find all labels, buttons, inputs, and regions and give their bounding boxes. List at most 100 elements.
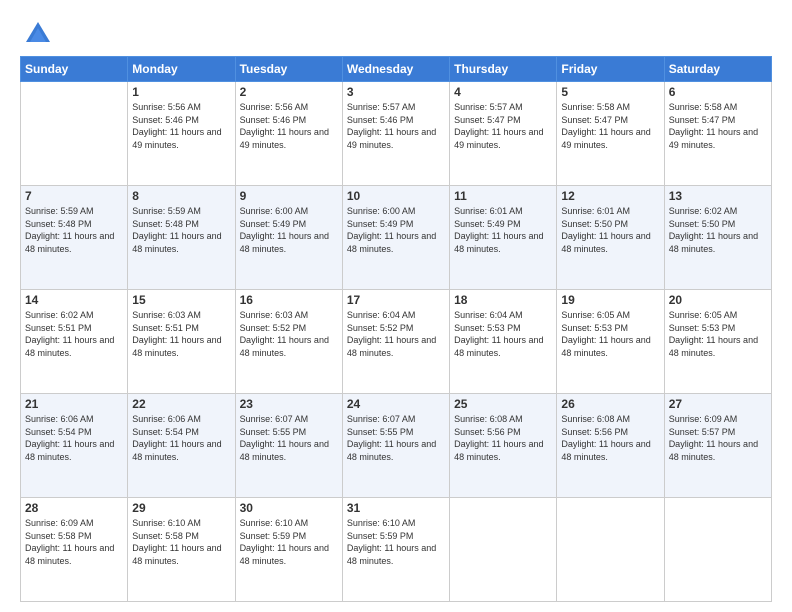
- day-number: 31: [347, 501, 445, 515]
- cell-info: Sunrise: 5:56 AM Sunset: 5:46 PM Dayligh…: [132, 101, 230, 151]
- cell-info: Sunrise: 6:01 AM Sunset: 5:50 PM Dayligh…: [561, 205, 659, 255]
- cell-info: Sunrise: 6:07 AM Sunset: 5:55 PM Dayligh…: [240, 413, 338, 463]
- calendar-cell: 21 Sunrise: 6:06 AM Sunset: 5:54 PM Dayli…: [21, 394, 128, 498]
- cell-info: Sunrise: 6:09 AM Sunset: 5:58 PM Dayligh…: [25, 517, 123, 567]
- day-number: 6: [669, 85, 767, 99]
- calendar-cell: 15 Sunrise: 6:03 AM Sunset: 5:51 PM Dayli…: [128, 290, 235, 394]
- day-number: 26: [561, 397, 659, 411]
- calendar-body: 1 Sunrise: 5:56 AM Sunset: 5:46 PM Daylig…: [21, 82, 772, 602]
- calendar-cell: 30 Sunrise: 6:10 AM Sunset: 5:59 PM Dayli…: [235, 498, 342, 602]
- cell-info: Sunrise: 6:00 AM Sunset: 5:49 PM Dayligh…: [347, 205, 445, 255]
- calendar-cell: 24 Sunrise: 6:07 AM Sunset: 5:55 PM Dayli…: [342, 394, 449, 498]
- calendar-cell: 12 Sunrise: 6:01 AM Sunset: 5:50 PM Dayli…: [557, 186, 664, 290]
- cell-info: Sunrise: 6:03 AM Sunset: 5:51 PM Dayligh…: [132, 309, 230, 359]
- calendar-cell: 3Sunrise: 5:57 AM Sunset: 5:46 PM Daylig…: [342, 82, 449, 186]
- calendar-header-cell: Friday: [557, 57, 664, 82]
- cell-info: Sunrise: 6:01 AM Sunset: 5:49 PM Dayligh…: [454, 205, 552, 255]
- calendar-cell: [557, 498, 664, 602]
- day-number: 20: [669, 293, 767, 307]
- calendar-cell: 9Sunrise: 6:00 AM Sunset: 5:49 PM Daylig…: [235, 186, 342, 290]
- calendar-week-row: 7 Sunrise: 5:59 AM Sunset: 5:48 PM Daylig…: [21, 186, 772, 290]
- day-number: 24: [347, 397, 445, 411]
- day-number: 25: [454, 397, 552, 411]
- cell-info: Sunrise: 6:00 AM Sunset: 5:49 PM Dayligh…: [240, 205, 338, 255]
- day-number: 16: [240, 293, 338, 307]
- day-number: 5: [561, 85, 659, 99]
- day-number: 8: [132, 189, 230, 203]
- calendar-cell: 7 Sunrise: 5:59 AM Sunset: 5:48 PM Daylig…: [21, 186, 128, 290]
- day-number: 30: [240, 501, 338, 515]
- cell-info: Sunrise: 6:06 AM Sunset: 5:54 PM Dayligh…: [25, 413, 123, 463]
- day-number: 21: [25, 397, 123, 411]
- day-number: 15: [132, 293, 230, 307]
- cell-info: Sunrise: 6:05 AM Sunset: 5:53 PM Dayligh…: [561, 309, 659, 359]
- calendar-cell: 28 Sunrise: 6:09 AM Sunset: 5:58 PM Dayli…: [21, 498, 128, 602]
- day-number: 12: [561, 189, 659, 203]
- cell-info: Sunrise: 5:58 AM Sunset: 5:47 PM Dayligh…: [561, 101, 659, 151]
- calendar-cell: 26 Sunrise: 6:08 AM Sunset: 5:56 PM Dayli…: [557, 394, 664, 498]
- cell-info: Sunrise: 6:09 AM Sunset: 5:57 PM Dayligh…: [669, 413, 767, 463]
- cell-info: Sunrise: 5:59 AM Sunset: 5:48 PM Dayligh…: [25, 205, 123, 255]
- calendar-cell: 14 Sunrise: 6:02 AM Sunset: 5:51 PM Dayli…: [21, 290, 128, 394]
- day-number: 18: [454, 293, 552, 307]
- day-number: 22: [132, 397, 230, 411]
- day-number: 10: [347, 189, 445, 203]
- logo: [20, 20, 52, 48]
- day-number: 3: [347, 85, 445, 99]
- logo-icon: [24, 20, 52, 48]
- calendar-header-cell: Thursday: [450, 57, 557, 82]
- cell-info: Sunrise: 6:02 AM Sunset: 5:51 PM Dayligh…: [25, 309, 123, 359]
- calendar-cell: 16Sunrise: 6:03 AM Sunset: 5:52 PM Dayli…: [235, 290, 342, 394]
- calendar-table: SundayMondayTuesdayWednesdayThursdayFrid…: [20, 56, 772, 602]
- calendar-cell: 8 Sunrise: 5:59 AM Sunset: 5:48 PM Daylig…: [128, 186, 235, 290]
- day-number: 27: [669, 397, 767, 411]
- calendar-header-cell: Wednesday: [342, 57, 449, 82]
- day-number: 29: [132, 501, 230, 515]
- cell-info: Sunrise: 6:07 AM Sunset: 5:55 PM Dayligh…: [347, 413, 445, 463]
- calendar-cell: 25 Sunrise: 6:08 AM Sunset: 5:56 PM Dayli…: [450, 394, 557, 498]
- calendar-cell: 2Sunrise: 5:56 AM Sunset: 5:46 PM Daylig…: [235, 82, 342, 186]
- cell-info: Sunrise: 6:10 AM Sunset: 5:59 PM Dayligh…: [240, 517, 338, 567]
- day-number: 14: [25, 293, 123, 307]
- calendar-cell: 19 Sunrise: 6:05 AM Sunset: 5:53 PM Dayli…: [557, 290, 664, 394]
- cell-info: Sunrise: 6:02 AM Sunset: 5:50 PM Dayligh…: [669, 205, 767, 255]
- cell-info: Sunrise: 6:08 AM Sunset: 5:56 PM Dayligh…: [454, 413, 552, 463]
- calendar-cell: 1 Sunrise: 5:56 AM Sunset: 5:46 PM Daylig…: [128, 82, 235, 186]
- calendar-cell: 13 Sunrise: 6:02 AM Sunset: 5:50 PM Dayli…: [664, 186, 771, 290]
- calendar-cell: 27 Sunrise: 6:09 AM Sunset: 5:57 PM Dayli…: [664, 394, 771, 498]
- calendar-header-cell: Monday: [128, 57, 235, 82]
- calendar-week-row: 21 Sunrise: 6:06 AM Sunset: 5:54 PM Dayli…: [21, 394, 772, 498]
- calendar-cell: 31 Sunrise: 6:10 AM Sunset: 5:59 PM Dayli…: [342, 498, 449, 602]
- day-number: 23: [240, 397, 338, 411]
- calendar-cell: 17 Sunrise: 6:04 AM Sunset: 5:52 PM Dayli…: [342, 290, 449, 394]
- calendar-cell: [21, 82, 128, 186]
- cell-info: Sunrise: 6:10 AM Sunset: 5:58 PM Dayligh…: [132, 517, 230, 567]
- calendar-cell: 11Sunrise: 6:01 AM Sunset: 5:49 PM Dayli…: [450, 186, 557, 290]
- header: [20, 16, 772, 48]
- calendar-week-row: 14 Sunrise: 6:02 AM Sunset: 5:51 PM Dayli…: [21, 290, 772, 394]
- cell-info: Sunrise: 6:10 AM Sunset: 5:59 PM Dayligh…: [347, 517, 445, 567]
- calendar-cell: 5 Sunrise: 5:58 AM Sunset: 5:47 PM Daylig…: [557, 82, 664, 186]
- cell-info: Sunrise: 6:04 AM Sunset: 5:52 PM Dayligh…: [347, 309, 445, 359]
- cell-info: Sunrise: 6:08 AM Sunset: 5:56 PM Dayligh…: [561, 413, 659, 463]
- cell-info: Sunrise: 5:59 AM Sunset: 5:48 PM Dayligh…: [132, 205, 230, 255]
- calendar-page: SundayMondayTuesdayWednesdayThursdayFrid…: [0, 0, 792, 612]
- calendar-cell: 23 Sunrise: 6:07 AM Sunset: 5:55 PM Dayli…: [235, 394, 342, 498]
- calendar-cell: 18Sunrise: 6:04 AM Sunset: 5:53 PM Dayli…: [450, 290, 557, 394]
- day-number: 28: [25, 501, 123, 515]
- calendar-week-row: 1 Sunrise: 5:56 AM Sunset: 5:46 PM Daylig…: [21, 82, 772, 186]
- day-number: 7: [25, 189, 123, 203]
- day-number: 1: [132, 85, 230, 99]
- calendar-cell: 29 Sunrise: 6:10 AM Sunset: 5:58 PM Dayli…: [128, 498, 235, 602]
- calendar-cell: 4 Sunrise: 5:57 AM Sunset: 5:47 PM Daylig…: [450, 82, 557, 186]
- day-number: 4: [454, 85, 552, 99]
- day-number: 13: [669, 189, 767, 203]
- calendar-cell: [450, 498, 557, 602]
- cell-info: Sunrise: 6:05 AM Sunset: 5:53 PM Dayligh…: [669, 309, 767, 359]
- day-number: 17: [347, 293, 445, 307]
- day-number: 19: [561, 293, 659, 307]
- calendar-header-cell: Sunday: [21, 57, 128, 82]
- cell-info: Sunrise: 6:06 AM Sunset: 5:54 PM Dayligh…: [132, 413, 230, 463]
- calendar-cell: 20 Sunrise: 6:05 AM Sunset: 5:53 PM Dayli…: [664, 290, 771, 394]
- cell-info: Sunrise: 5:57 AM Sunset: 5:47 PM Dayligh…: [454, 101, 552, 151]
